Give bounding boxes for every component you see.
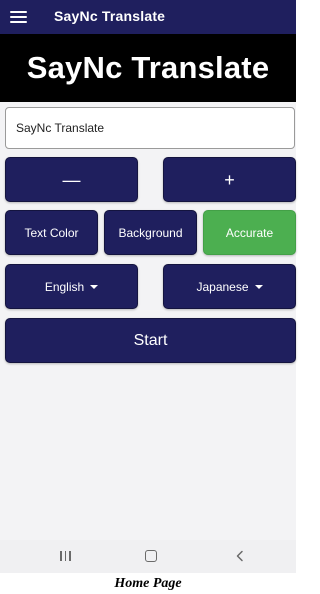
source-language-label: English [44, 279, 85, 294]
accurate-button[interactable]: Accurate [203, 210, 296, 255]
hamburger-menu-icon[interactable] [10, 11, 27, 23]
preview-text: SayNc Translate [26, 50, 270, 85]
text-color-button[interactable]: Text Color [5, 210, 98, 255]
back-icon[interactable] [234, 550, 246, 562]
dropdown-caret-icon [90, 284, 99, 289]
start-button[interactable]: Start [5, 318, 296, 363]
source-language-dropdown[interactable]: English [5, 264, 138, 309]
background-label: Background [118, 225, 183, 240]
decrease-size-button[interactable]: — [5, 157, 138, 202]
decrease-size-label: — [62, 169, 81, 190]
app-bar: SayNc Translate [0, 0, 296, 34]
main-content: — + Text Color Background Accurate Engli… [0, 102, 296, 540]
target-language-label: Japanese [196, 279, 249, 294]
translation-preview: SayNc Translate [0, 34, 296, 102]
accurate-label: Accurate [225, 225, 274, 240]
increase-size-button[interactable]: + [163, 157, 296, 202]
app-title: SayNc Translate [54, 8, 166, 24]
recents-icon[interactable] [60, 551, 71, 561]
target-language-dropdown[interactable]: Japanese [163, 264, 296, 309]
start-label: Start [133, 331, 168, 349]
dropdown-caret-icon [254, 284, 263, 289]
text-color-label: Text Color [24, 225, 79, 240]
system-nav-bar [0, 540, 296, 573]
background-button[interactable]: Background [104, 210, 197, 255]
page-caption: Home Page [0, 573, 296, 592]
increase-size-label: + [224, 169, 235, 190]
home-icon[interactable] [145, 550, 157, 562]
text-input[interactable] [5, 107, 295, 149]
